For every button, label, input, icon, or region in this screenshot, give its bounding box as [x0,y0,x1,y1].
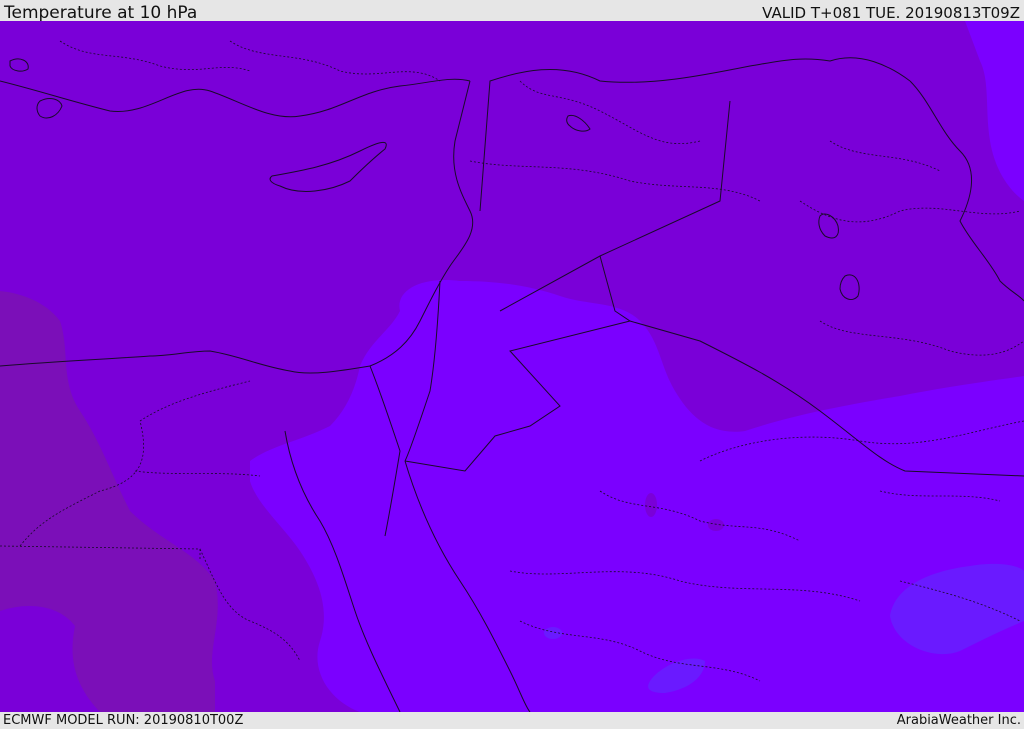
map-title: Temperature at 10 hPa [4,3,198,23]
credit-label: ArabiaWeather Inc. [896,713,1021,728]
map-header: Temperature at 10 hPa VALID T+081 TUE. 2… [0,0,1024,23]
weather-map [0,21,1024,712]
model-run-label: ECMWF MODEL RUN: 20190810T00Z [3,713,244,728]
map-footer: ECMWF MODEL RUN: 20190810T00Z ArabiaWeat… [0,712,1024,729]
warm-spot-2 [708,519,724,531]
valid-time: VALID T+081 TUE. 20190813T09Z [762,4,1020,22]
warm-spot-1 [645,493,657,517]
temperature-map-svg [0,21,1024,712]
